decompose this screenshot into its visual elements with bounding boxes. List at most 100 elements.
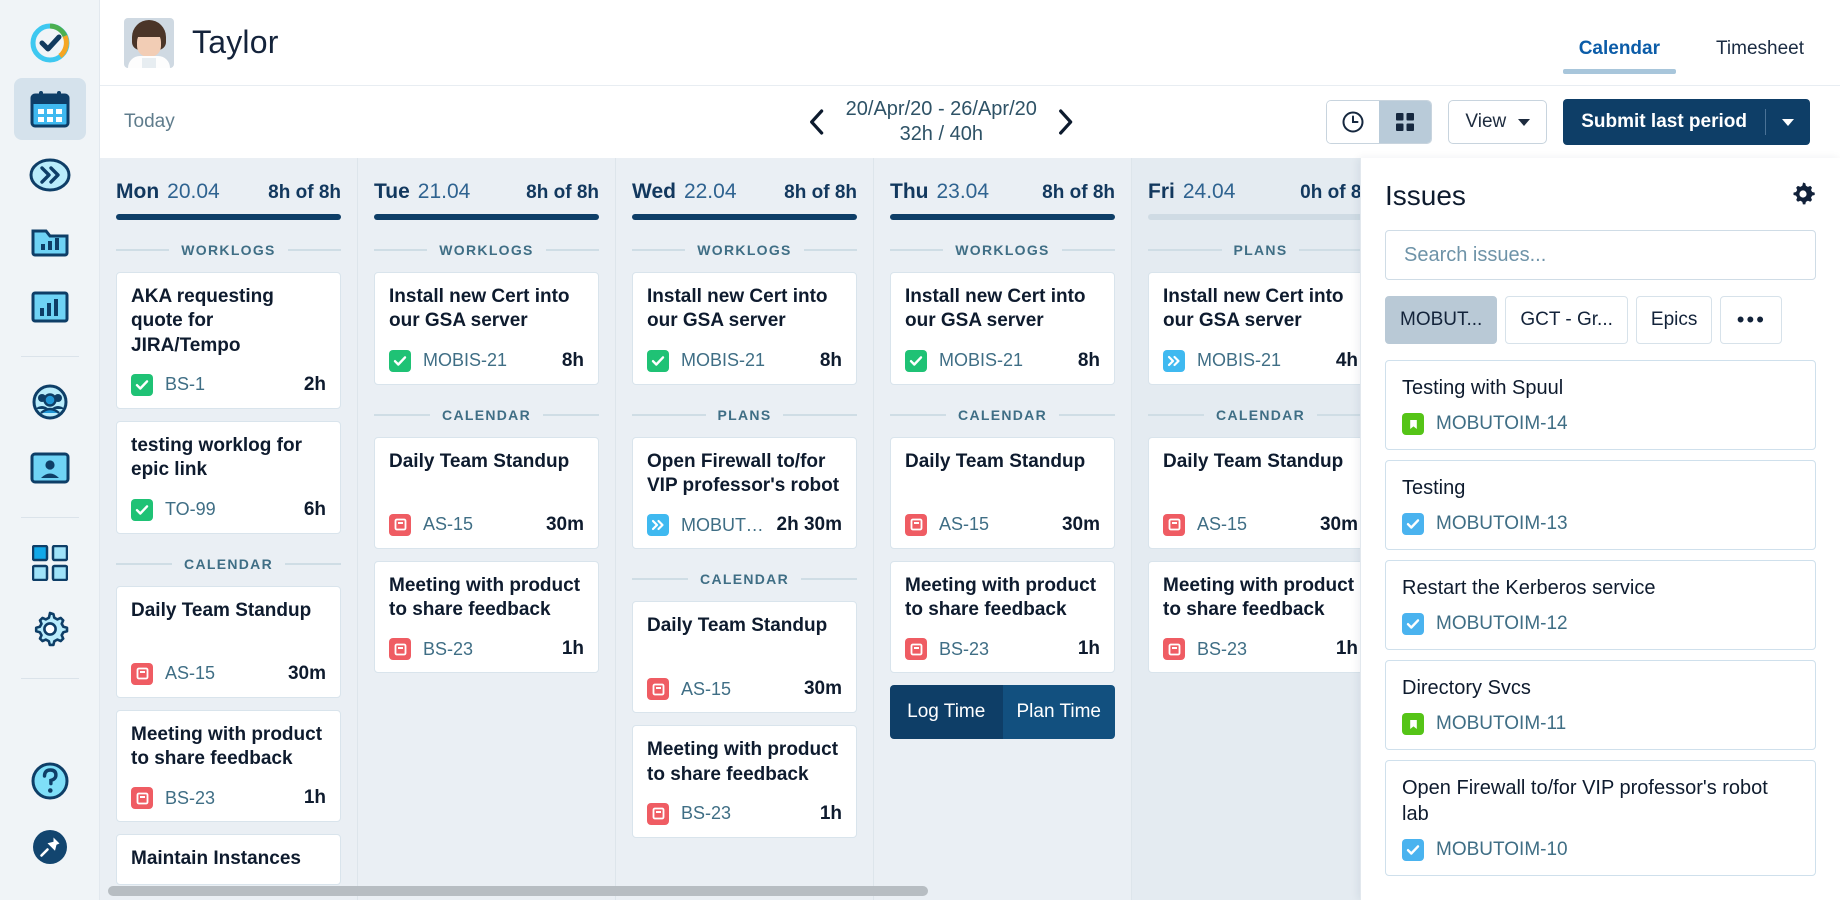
avatar[interactable] [124, 17, 174, 68]
plan-blue-icon [1163, 349, 1185, 372]
issue-key[interactable]: AS-15 [681, 679, 731, 700]
gear-icon [34, 611, 68, 647]
card-duration: 1h [561, 638, 584, 660]
issue-key[interactable]: BS-23 [423, 639, 473, 660]
worklog-card[interactable]: Meeting with product to share feedback BS… [1148, 560, 1373, 674]
worklog-card[interactable]: Meeting with product to share feedback BS… [374, 560, 599, 674]
worklog-card[interactable]: AKA requesting quote for JIRA/Tempo BS-1 2… [116, 272, 341, 409]
day-progress-bar [116, 214, 341, 220]
sidebar-item-accounts[interactable] [14, 437, 86, 499]
issue-key[interactable]: AS-15 [939, 514, 989, 535]
worklog-card[interactable]: Daily Team Standup AS-15 30m [374, 436, 599, 549]
card-title: Daily Team Standup [389, 450, 570, 472]
worklog-card[interactable]: Install new Cert into our GSA server MOBI… [374, 272, 599, 385]
sidebar-item-calendar[interactable] [13, 78, 86, 140]
sidebar-item-pin[interactable] [14, 816, 86, 878]
issue-key[interactable]: MOBUTOI... [681, 515, 769, 536]
week-navigator: 20/Apr/20 - 26/Apr/20 32h / 40h [798, 97, 1085, 147]
chevron-down-icon [1782, 118, 1794, 126]
worklog-card[interactable]: Daily Team Standup AS-15 30m [890, 436, 1115, 549]
issue-key[interactable]: MOBUTOIM-13 [1436, 513, 1568, 535]
sidebar-item-tracker[interactable] [14, 144, 86, 206]
worklog-card[interactable]: Meeting with product to share feedback BS… [890, 560, 1115, 674]
issue-key[interactable]: BS-1 [165, 374, 205, 395]
day-hours: 8h of 8h [1042, 182, 1115, 203]
log-time-button[interactable]: Log Time [890, 685, 1003, 740]
issue-key[interactable]: BS-23 [1197, 639, 1247, 660]
issue-key[interactable]: MOBIS-21 [681, 350, 765, 371]
card-meta: AS-15 30m [389, 513, 584, 536]
sidebar-item-settings[interactable] [14, 598, 86, 660]
day-hours: 8h of 8h [268, 182, 341, 203]
worklog-card[interactable]: Daily Team Standup AS-15 30m [1148, 436, 1373, 549]
issue-key[interactable]: AS-15 [165, 663, 215, 684]
worklog-card[interactable]: Daily Team Standup AS-15 30m [116, 585, 341, 698]
section-label-calendar: CALENDAR [374, 407, 600, 423]
worklog-card[interactable]: Install new Cert into our GSA server MOBI… [1148, 272, 1373, 385]
issue-filter-2[interactable]: Epics [1635, 296, 1713, 344]
issue-key[interactable]: AS-15 [1197, 514, 1247, 535]
next-week-button[interactable] [1047, 103, 1085, 141]
worklog-card[interactable]: Maintain Instances [116, 834, 341, 885]
plan-blue-icon [647, 514, 669, 537]
issue-key[interactable]: MOBIS-21 [939, 350, 1023, 371]
issue-key[interactable]: MOBIS-21 [423, 350, 507, 371]
issue-key[interactable]: BS-23 [681, 803, 731, 824]
issues-settings-button[interactable] [1790, 181, 1816, 212]
issue-key[interactable]: AS-15 [423, 514, 473, 535]
today-button[interactable]: Today [124, 111, 175, 133]
grid-view-button[interactable] [1379, 101, 1432, 143]
card-title: Install new Cert into our GSA server [647, 286, 828, 332]
prev-week-button[interactable] [798, 103, 836, 141]
search-input[interactable] [1404, 243, 1797, 267]
issue-filter-0[interactable]: MOBUT... [1385, 296, 1498, 344]
issue-list-item[interactable]: Testing with Spuul MOBUTOIM-14 [1385, 360, 1816, 450]
card-title: Meeting with product to share feedback [1163, 574, 1355, 620]
search-issues-box[interactable] [1385, 230, 1816, 280]
worklog-card[interactable]: testing worklog for epic link TO-99 6h [116, 420, 341, 534]
tempo-logo[interactable] [14, 12, 86, 74]
sidebar-item-reports[interactable] [14, 276, 86, 338]
issue-key[interactable]: BS-23 [165, 788, 215, 809]
worklog-card[interactable]: Install new Cert into our GSA server MOBI… [632, 272, 857, 385]
issue-list-item[interactable]: Open Firewall to/for VIP professor's rob… [1385, 760, 1816, 876]
sidebar-item-help[interactable] [14, 750, 86, 812]
card-meta: MOBIS-21 8h [905, 349, 1100, 372]
card-title: Install new Cert into our GSA server [1163, 286, 1344, 332]
view-dropdown[interactable]: View [1448, 100, 1548, 144]
sidebar-item-apps[interactable] [14, 532, 86, 594]
issue-key[interactable]: TO-99 [165, 499, 216, 520]
submit-last-period-button[interactable]: Submit last period [1563, 99, 1810, 145]
issue-list-item[interactable]: Testing MOBUTOIM-13 [1385, 460, 1816, 550]
card-duration: 8h [819, 349, 842, 371]
sidebar-item-reports-folder[interactable] [14, 210, 86, 272]
issue-key[interactable]: MOBUTOIM-11 [1436, 713, 1566, 735]
issue-title: Open Firewall to/for VIP professor's rob… [1402, 777, 1768, 825]
list-view-button[interactable] [1327, 101, 1380, 143]
sidebar-item-teams[interactable] [14, 371, 86, 433]
issue-key[interactable]: MOBUTOIM-12 [1436, 613, 1568, 635]
issue-key[interactable]: MOBIS-21 [1197, 350, 1281, 371]
issue-key[interactable]: MOBUTOIM-10 [1436, 839, 1568, 861]
worklog-card[interactable]: Daily Team Standup AS-15 30m [632, 601, 857, 714]
tab-timesheet[interactable]: Timesheet [1710, 38, 1810, 86]
submit-dropdown-toggle[interactable] [1766, 118, 1810, 126]
worklog-card[interactable]: Install new Cert into our GSA server MOBI… [890, 272, 1115, 385]
plan-time-button[interactable]: Plan Time [1002, 685, 1115, 740]
day-header: Thu 23.04 8h of 8h [890, 158, 1115, 214]
issue-filter-1[interactable]: GCT - Gr... [1505, 296, 1628, 344]
issue-key[interactable]: MOBUTOIM-14 [1436, 413, 1568, 435]
worklog-card[interactable]: Meeting with product to share feedback BS… [632, 725, 857, 838]
issue-key[interactable]: BS-23 [939, 639, 989, 660]
tab-calendar[interactable]: Calendar [1562, 38, 1677, 86]
horizontal-scrollbar-thumb[interactable] [108, 886, 928, 896]
issue-list-item[interactable]: Directory Svcs MOBUTOIM-11 [1385, 660, 1816, 750]
worklog-card[interactable]: Open Firewall to/for VIP professor's rob… [632, 436, 857, 550]
issue-list-item[interactable]: Restart the Kerberos service MOBUTOIM-12 [1385, 560, 1816, 650]
day-header: Wed 22.04 8h of 8h [632, 158, 857, 214]
calendar-event-red-icon [389, 513, 411, 536]
card-title: Meeting with product to share feedback [905, 574, 1097, 620]
issue-filter-more-button[interactable]: ••• [1720, 296, 1783, 344]
worklog-card[interactable]: Meeting with product to share feedback BS… [116, 709, 341, 823]
day-name: Thu [890, 180, 929, 203]
